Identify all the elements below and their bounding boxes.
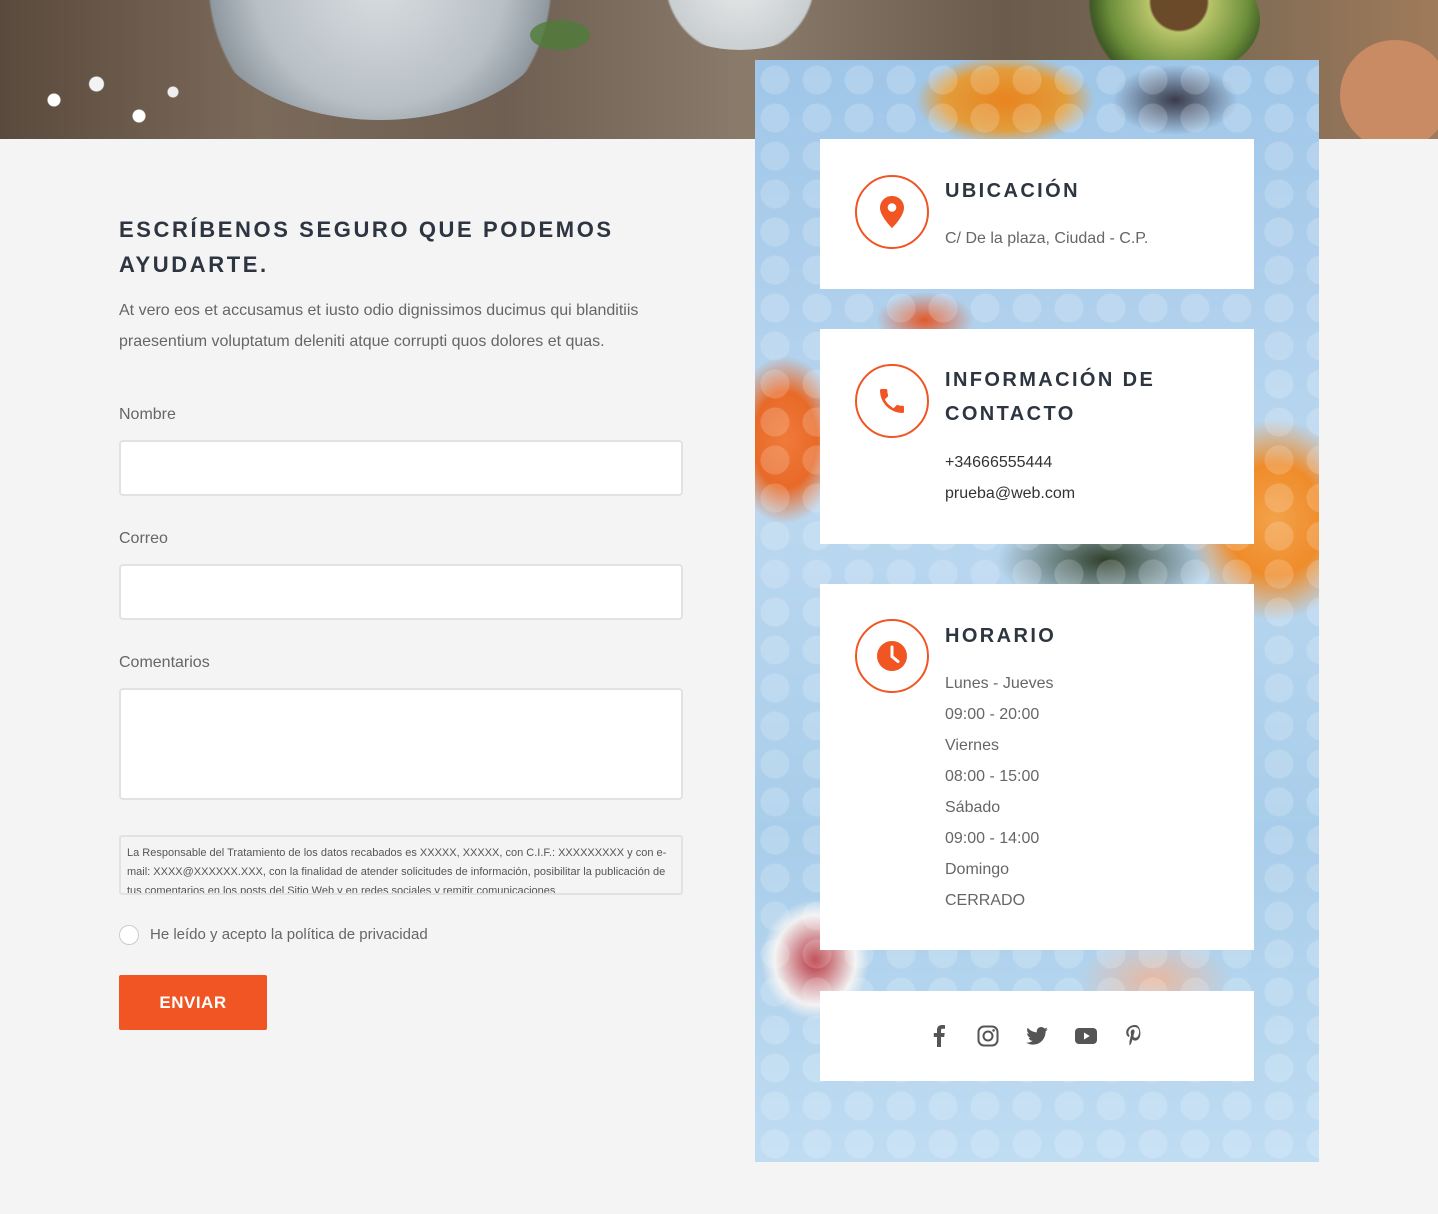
facebook-icon[interactable] [927,1024,951,1048]
location-title: UBICACIÓN [945,180,1080,202]
form-intro: At vero eos et accusamus et iusto odio d… [119,302,639,350]
schedule-line: 08:00 - 15:00 [945,768,1040,785]
clock-icon [855,619,929,693]
contact-phone[interactable]: +34666555444 [945,447,1052,478]
privacy-policy-text: La Responsable del Tratamiento de los da… [127,847,667,895]
instagram-icon[interactable] [976,1024,1000,1048]
name-label: Nombre [119,406,176,423]
social-links [820,991,1254,1081]
phone-icon [855,364,929,438]
form-title: ESCRÍBENOS SEGURO QUE PODEMOS AYUDARTE. [119,217,614,277]
contact-title: INFORMACIÓN DE CONTACTO [945,369,1156,425]
schedule-line: CERRADO [945,892,1026,909]
privacy-checkbox[interactable] [119,925,139,945]
comments-label: Comentarios [119,654,210,671]
location-pin-icon [855,175,929,249]
schedule-line: Domingo [945,861,1010,878]
name-input[interactable] [119,440,683,496]
location-address: C/ De la plaza, Ciudad - C.P. [945,230,1149,247]
contact-email[interactable]: prueba@web.com [945,478,1075,509]
schedule-line: Lunes - Jueves [945,675,1054,692]
schedule-card: HORARIO Lunes - Jueves 09:00 - 20:00 Vie… [820,584,1254,950]
youtube-icon[interactable] [1074,1024,1098,1048]
schedule-line: 09:00 - 20:00 [945,706,1040,723]
pinterest-icon[interactable] [1123,1024,1147,1048]
contact-card: INFORMACIÓN DE CONTACTO +34666555444 pru… [820,329,1254,544]
privacy-policy-box[interactable]: La Responsable del Tratamiento de los da… [119,835,683,895]
schedule-title: HORARIO [945,625,1057,647]
twitter-icon[interactable] [1025,1024,1049,1048]
email-label: Correo [119,530,168,547]
comments-textarea[interactable] [119,688,683,800]
schedule-line: Viernes [945,737,999,754]
schedule-line: 09:00 - 14:00 [945,830,1040,847]
privacy-checkbox-label[interactable]: He leído y acepto la política de privaci… [150,926,428,943]
email-input[interactable] [119,564,683,620]
schedule-line: Sábado [945,799,1001,816]
submit-button[interactable]: ENVIAR [119,975,267,1030]
location-card: UBICACIÓN C/ De la plaza, Ciudad - C.P. [820,139,1254,289]
